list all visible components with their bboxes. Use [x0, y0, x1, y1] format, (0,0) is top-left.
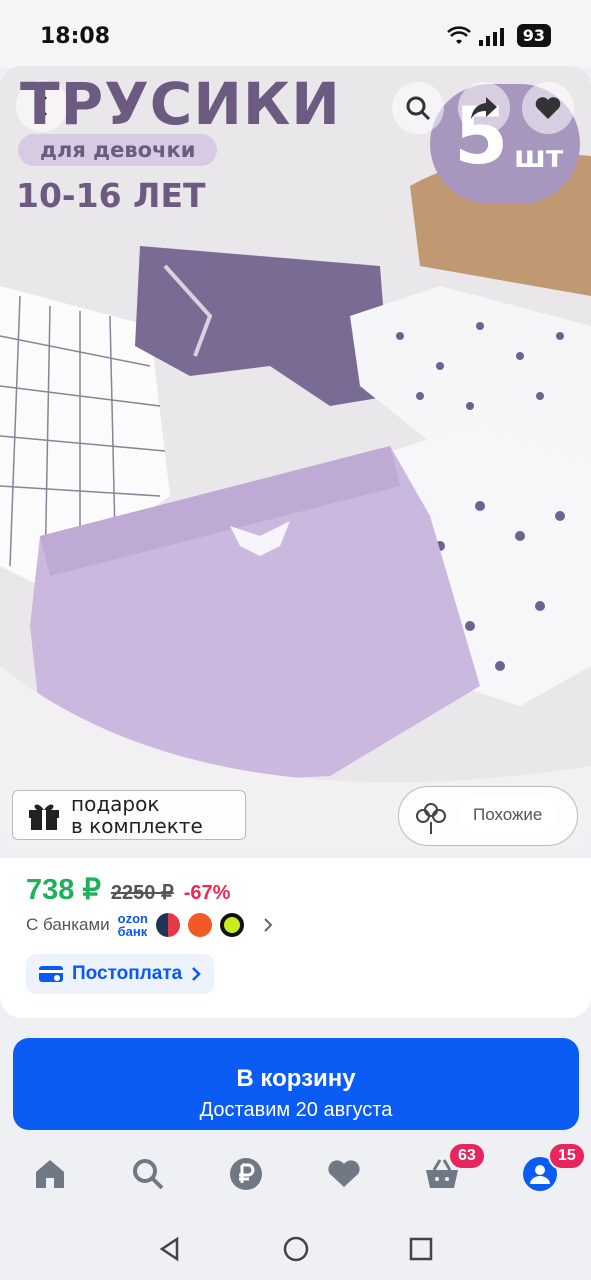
- product-image-gallery[interactable]: ТРУСИКИ для девочки 10-16 ЛЕТ 5 шт подар…: [0, 66, 591, 854]
- add-to-cart-button[interactable]: В корзину Доставим 20 августа: [13, 1038, 579, 1130]
- gift-icon: [29, 804, 59, 830]
- similar-button[interactable]: Похожие: [398, 786, 578, 846]
- share-icon: [471, 97, 497, 119]
- bank-logo-icon: [187, 913, 212, 937]
- heart-icon: [535, 97, 561, 119]
- wifi-icon: [446, 25, 471, 44]
- status-icons: 93: [446, 24, 551, 47]
- tab-finance[interactable]: [226, 1154, 266, 1194]
- ruble-icon: [230, 1158, 262, 1190]
- bank-label: С банками: [26, 915, 110, 934]
- status-bar: 18:08 93: [0, 0, 591, 68]
- postpay-button[interactable]: Постоплата: [26, 954, 215, 994]
- price-old: 2250 ₽: [110, 882, 174, 904]
- price-current: 738 ₽: [26, 874, 101, 906]
- status-time: 18:08: [40, 24, 111, 49]
- image-subtitle: для девочки: [18, 134, 218, 166]
- bank-logo-icon: [219, 913, 244, 937]
- gift-text-line1: подарок: [71, 792, 160, 816]
- cart-badge: 63: [448, 1142, 486, 1170]
- search-button[interactable]: [392, 82, 444, 134]
- postpay-label: Постоплата: [72, 963, 183, 984]
- bank-offers-row[interactable]: С банками ozon банк: [26, 912, 274, 938]
- image-title: ТРУСИКИ: [20, 70, 341, 138]
- tab-search[interactable]: [128, 1154, 168, 1194]
- share-button[interactable]: [458, 82, 510, 134]
- gift-text: подарок в комплекте: [71, 793, 203, 837]
- gift-included-badge: подарок в комплекте: [12, 790, 246, 840]
- battery-indicator: 93: [516, 24, 551, 47]
- cotton-icon: [416, 803, 446, 834]
- image-age: 10-16 ЛЕТ: [16, 176, 206, 215]
- tab-home[interactable]: [30, 1154, 70, 1194]
- system-nav-bar: [0, 1214, 591, 1280]
- bank-logo-icon: [155, 913, 180, 937]
- price-discount: -67%: [183, 882, 231, 904]
- favorite-button[interactable]: [522, 82, 574, 134]
- bottom-tab-bar: 63 15: [0, 1134, 591, 1214]
- signal-icon: [478, 27, 504, 46]
- count-unit: шт: [514, 140, 564, 175]
- circle-home-icon: [283, 1236, 309, 1262]
- ozon-logo-line2: банк: [117, 924, 148, 939]
- home-icon: [36, 1160, 64, 1188]
- similar-label: Похожие: [459, 795, 557, 835]
- chevron-right-icon: [192, 967, 202, 981]
- card-icon: [39, 966, 63, 982]
- heart-icon: [328, 1160, 360, 1187]
- nav-recents-button[interactable]: [406, 1234, 436, 1264]
- tab-favorites[interactable]: [324, 1154, 364, 1194]
- profile-badge: 15: [548, 1142, 586, 1170]
- price-row: 738 ₽ 2250 ₽ -67%: [26, 872, 230, 907]
- square-recents-icon: [409, 1237, 433, 1261]
- add-to-cart-label: В корзину: [236, 1064, 356, 1092]
- delivery-date: Доставим 20 августа: [199, 1098, 393, 1121]
- nav-back-button[interactable]: [155, 1234, 185, 1264]
- chevron-right-icon: [264, 918, 273, 932]
- nav-home-button[interactable]: [281, 1234, 311, 1264]
- price-section: 738 ₽ 2250 ₽ -67% С банками ozon банк По…: [0, 858, 591, 1018]
- triangle-back-icon: [159, 1236, 179, 1262]
- search-icon: [406, 96, 431, 121]
- gift-text-line2: в комплекте: [71, 814, 203, 838]
- ozon-bank-logo: ozon банк: [118, 912, 148, 938]
- search-icon: [133, 1159, 164, 1190]
